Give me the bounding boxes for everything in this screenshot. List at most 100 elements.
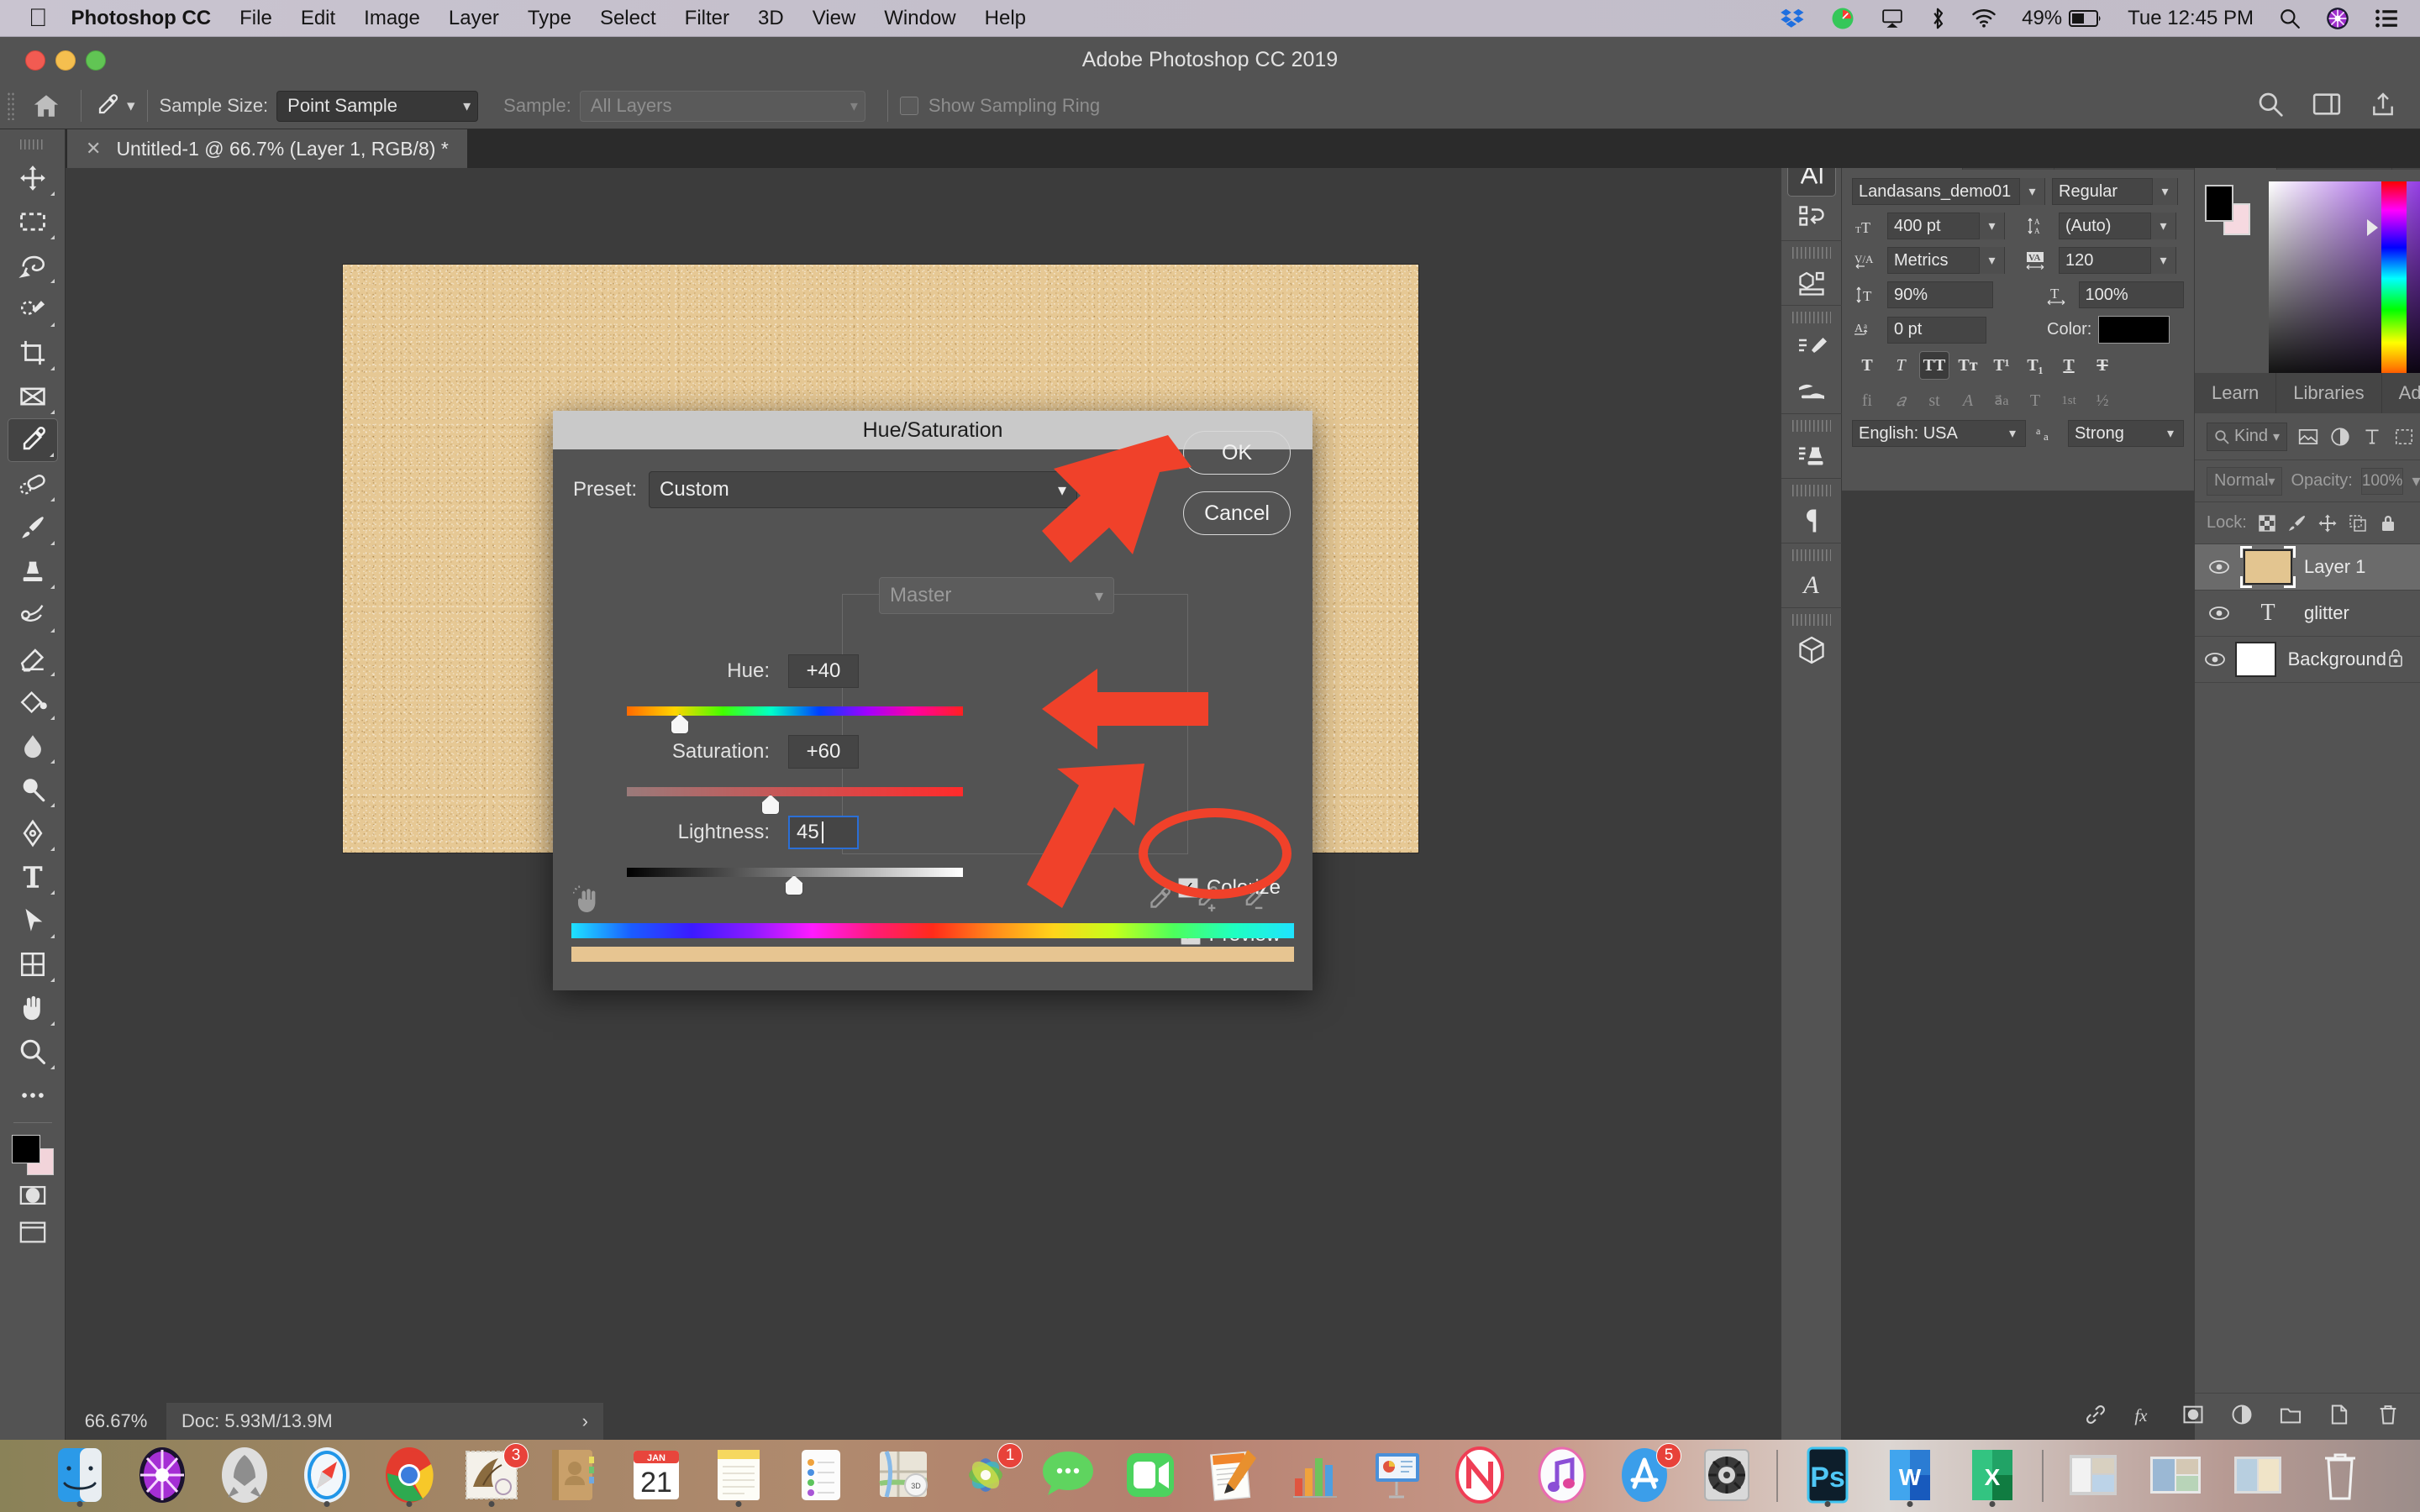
color-panel-foreground-swatch[interactable] — [2205, 185, 2233, 222]
kerning-field[interactable]: Metrics ▾ — [1887, 247, 2005, 274]
lightness-slider-track[interactable] — [627, 868, 963, 877]
hand-icon[interactable] — [573, 885, 603, 919]
dock-item-stack-documents[interactable] — [2054, 1443, 2132, 1509]
lasso-tool[interactable] — [8, 244, 58, 287]
rail-grip[interactable] — [1792, 420, 1831, 432]
opacity-stepper-icon[interactable]: ▾ — [2412, 470, 2420, 491]
tab-adjustments[interactable]: Adjustments — [2382, 373, 2420, 413]
healing-brush-tool[interactable] — [8, 462, 58, 506]
discretionary-ligatures-button[interactable]: st — [1919, 386, 1949, 415]
font-size-field[interactable]: 400 pt ▾ — [1887, 213, 2005, 239]
filter-pixel-icon[interactable] — [2297, 423, 2319, 450]
preset-options-icon[interactable]: ☰▾ — [1092, 480, 1116, 501]
home-icon[interactable] — [24, 92, 69, 120]
filter-shape-icon[interactable] — [2393, 423, 2415, 450]
dock-item-word[interactable]: W — [1871, 1443, 1949, 1509]
color-swatches[interactable] — [10, 1133, 55, 1177]
document-tab[interactable]: ✕ Untitled-1 @ 66.7% (Layer 1, RGB/8) * — [67, 129, 467, 168]
lock-position-icon[interactable] — [2317, 510, 2338, 537]
spotlight-search-icon[interactable] — [2279, 8, 2301, 29]
eyedropper-icon[interactable] — [1144, 885, 1173, 918]
dock-item-contacts[interactable] — [535, 1443, 613, 1509]
new-adjustment-icon[interactable] — [2230, 1403, 2254, 1431]
marquee-tool[interactable] — [8, 200, 58, 244]
menu-item-window[interactable]: Window — [884, 7, 955, 30]
chevron-down-icon[interactable]: ▾ — [127, 97, 135, 116]
move-tool[interactable] — [8, 156, 58, 200]
lock-artboard-icon[interactable] — [2348, 510, 2368, 537]
small-caps-button[interactable]: Tᴛ — [1953, 351, 1983, 380]
dodge-tool[interactable] — [8, 768, 58, 811]
notification-center-icon[interactable] — [2375, 8, 2398, 29]
clone-source-icon[interactable] — [1787, 434, 1836, 478]
hue-slider-thumb[interactable] — [671, 714, 689, 734]
lock-all-icon[interactable] — [2378, 510, 2398, 537]
table-row[interactable]: T glitter — [2195, 591, 2420, 637]
apple-logo-icon[interactable]:  — [29, 6, 48, 31]
shape-tool[interactable] — [8, 942, 58, 986]
faux-italic-button[interactable]: T — [1886, 351, 1916, 380]
all-caps-button[interactable]: TT — [1919, 351, 1949, 380]
contextual-alternates-button[interactable]: 𝑎 — [1886, 386, 1916, 415]
zoom-tool[interactable] — [8, 1030, 58, 1074]
layer-visibility-toggle[interactable] — [2195, 651, 2235, 668]
brush-presets-icon[interactable] — [1787, 326, 1836, 370]
layer-name[interactable]: Background — [2288, 648, 2386, 670]
dock-item-news[interactable] — [1441, 1443, 1518, 1509]
quick-selection-tool[interactable] — [8, 287, 58, 331]
current-tool-preset[interactable]: ▾ — [93, 92, 135, 119]
dock-item-system-preferences[interactable] — [1688, 1443, 1765, 1509]
dock-item-photoshop[interactable]: Ps — [1789, 1443, 1866, 1509]
menu-item-edit[interactable]: Edit — [301, 7, 335, 30]
dock-item-numbers[interactable] — [1276, 1443, 1354, 1509]
dock-item-calendar[interactable]: JAN21 — [618, 1443, 695, 1509]
history-brush-tool[interactable] — [8, 593, 58, 637]
cancel-button[interactable]: Cancel — [1183, 491, 1291, 535]
dock-item-app-store[interactable]: 5 — [1606, 1443, 1683, 1509]
menu-item-photoshop[interactable]: Photoshop CC — [71, 7, 212, 30]
glyphs-panel-icon[interactable]: A — [1787, 564, 1836, 607]
eyedropper-tool[interactable] — [8, 418, 58, 462]
layer-visibility-toggle[interactable] — [2195, 605, 2244, 622]
dock-item-pages[interactable] — [1194, 1443, 1271, 1509]
underline-button[interactable]: T — [2054, 351, 2084, 380]
add-mask-icon[interactable] — [2181, 1403, 2205, 1431]
ok-button[interactable]: OK — [1183, 431, 1291, 475]
lock-transparency-icon[interactable] — [2257, 510, 2277, 537]
dock-item-maps[interactable]: 3D — [865, 1443, 942, 1509]
rail-grip[interactable] — [1792, 312, 1831, 323]
screen-mode-button[interactable] — [8, 1214, 58, 1251]
font-style-select[interactable]: Regular ▾ — [2052, 178, 2178, 205]
language-select[interactable]: English: USA ▾ — [1852, 420, 2026, 447]
options-bar-grip[interactable] — [7, 92, 15, 120]
stylistic-alternates-button[interactable]: a⃗a — [1986, 386, 2017, 415]
superscript-button[interactable]: T¹ — [1986, 351, 2017, 380]
brush-settings-icon[interactable] — [1787, 370, 1836, 413]
history-panel-icon[interactable] — [1787, 197, 1836, 240]
crop-tool[interactable] — [8, 331, 58, 375]
menubar-clock[interactable]: Tue 12:45 PM — [2128, 7, 2254, 30]
font-family-select[interactable]: Landasans_demo01 ▾ — [1852, 178, 2045, 205]
chevron-right-icon[interactable]: › — [582, 1410, 588, 1432]
menu-item-help[interactable]: Help — [985, 7, 1026, 30]
layer-thumbnail[interactable] — [2244, 549, 2292, 585]
filter-type-icon[interactable] — [2361, 423, 2383, 450]
opacity-field[interactable]: 100% — [2361, 468, 2404, 495]
close-window-button[interactable] — [25, 50, 45, 71]
tracking-field[interactable]: 120 ▾ — [2059, 247, 2176, 274]
new-group-icon[interactable] — [2279, 1403, 2302, 1431]
maximize-window-button[interactable] — [86, 50, 106, 71]
horizontal-scale-field[interactable]: 100% — [2079, 281, 2185, 308]
hue-slider-strip[interactable] — [2381, 181, 2407, 388]
rail-grip[interactable] — [1792, 614, 1831, 626]
workspace-icon[interactable] — [2312, 92, 2341, 121]
hue-slider-track[interactable] — [627, 706, 963, 716]
dock-item-stack-screenshots[interactable] — [2137, 1443, 2214, 1509]
tab-learn[interactable]: Learn — [2195, 373, 2276, 413]
strikethrough-button[interactable]: T — [2087, 351, 2118, 380]
clone-stamp-tool[interactable] — [8, 549, 58, 593]
dock-item-chrome[interactable] — [371, 1443, 448, 1509]
more-tools-button[interactable] — [8, 1074, 58, 1117]
3d-object-icon[interactable] — [1787, 628, 1836, 672]
layer-name[interactable]: Layer 1 — [2304, 556, 2365, 578]
